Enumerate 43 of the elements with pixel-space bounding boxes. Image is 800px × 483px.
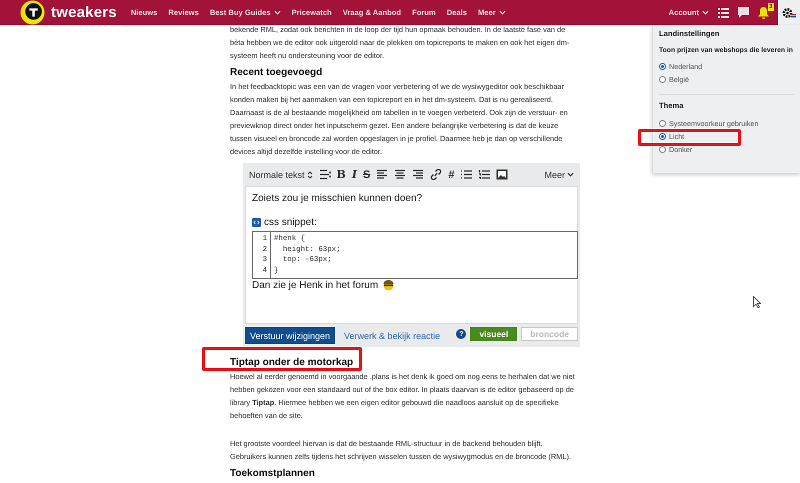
radio-button[interactable]: [659, 133, 666, 140]
settings-button[interactable]: [778, 0, 800, 25]
section-heading: Toekomstplannen: [230, 468, 315, 479]
bullet-list-icon[interactable]: [460, 169, 472, 180]
logo-wordmark[interactable]: tweakers: [51, 4, 117, 21]
editor-text: Dan zie je Henk in het forum: [252, 280, 378, 290]
chevron-down-icon: [274, 10, 281, 15]
section-heading: Tiptap onder de motorkap: [230, 357, 354, 368]
more-menu[interactable]: Meer: [544, 170, 574, 180]
cursor-icon: [753, 296, 761, 308]
code-icon: [252, 218, 261, 227]
submit-button[interactable]: Verstuur wijzigingen: [245, 327, 336, 344]
editor-text: Zoiets zou je misschien kunnen doen?: [252, 193, 424, 204]
radio-button[interactable]: [659, 120, 666, 127]
preview-link[interactable]: Verwerk & bekijk reactie: [344, 331, 440, 341]
radio-button[interactable]: [659, 76, 666, 83]
logo-icon[interactable]: [20, 0, 45, 25]
link-icon[interactable]: [430, 169, 442, 180]
bell-icon[interactable]: [758, 6, 769, 18]
radio-button[interactable]: [659, 146, 666, 153]
format-tool[interactable]: S: [363, 168, 370, 180]
heading-list-icon[interactable]: [318, 169, 331, 180]
format-select[interactable]: Normale tekst: [249, 170, 313, 180]
align-right-icon[interactable]: [412, 169, 424, 180]
align-left-icon[interactable]: [376, 169, 388, 180]
align-center-icon[interactable]: [394, 169, 406, 180]
list-icon[interactable]: [718, 8, 729, 18]
numbered-list-icon[interactable]: [478, 169, 490, 180]
chevron-down-icon: [702, 10, 709, 15]
format-tool[interactable]: B: [336, 168, 346, 181]
hashtag-tool[interactable]: #: [448, 168, 454, 180]
updown-icon: [306, 170, 313, 178]
mode-toggle[interactable]: visueel: [470, 327, 518, 341]
chevron-down-icon: [567, 172, 574, 177]
snippet-label: css snippet:: [264, 217, 317, 228]
chevron-down-icon: [498, 10, 506, 15]
image-icon[interactable]: [496, 169, 508, 180]
section-heading: Recent toegevoegd: [230, 67, 322, 78]
chat-icon[interactable]: [738, 7, 749, 18]
gear-icon: [782, 6, 796, 18]
format-tool[interactable]: I: [352, 168, 357, 181]
emoji-icon: [382, 279, 396, 291]
radio-button[interactable]: [659, 63, 666, 70]
